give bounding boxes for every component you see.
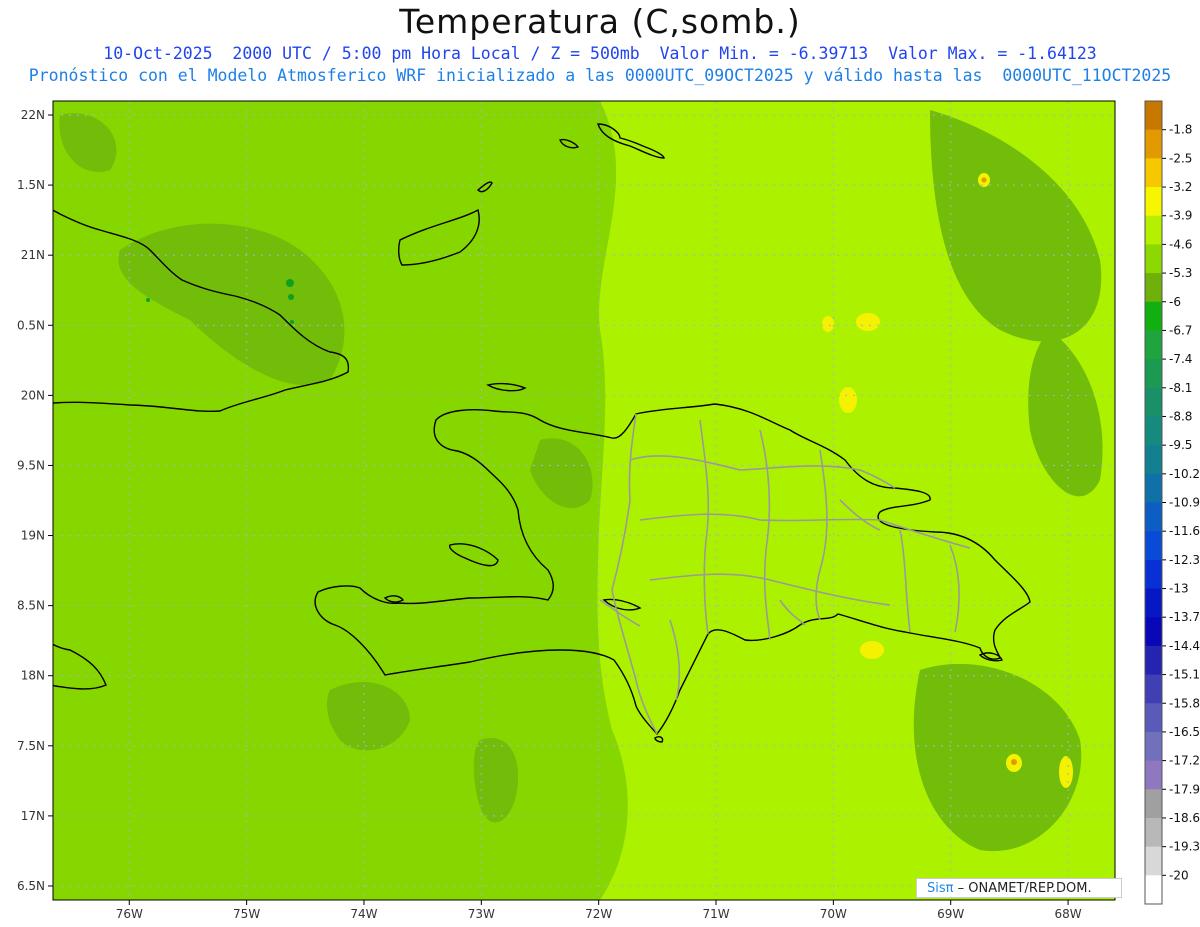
colorbar-swatch-1: [1145, 129, 1162, 159]
credit-text: – ONAMET/REP.DOM.: [953, 881, 1092, 896]
x-tick-label-2: 74W: [350, 907, 377, 921]
colorbar-label-8: -7.4: [1169, 352, 1192, 366]
colorbar-swatch-19: [1145, 645, 1162, 676]
y-tick-label-6: 19N: [21, 529, 45, 543]
y-tick-label-7: 8.5N: [17, 599, 45, 613]
warm-spot-3: [839, 387, 857, 413]
x-tick-label-0: 76W: [116, 907, 143, 921]
colorbar-swatch-26: [1145, 846, 1162, 876]
colorbar-swatch-23: [1145, 760, 1162, 790]
colorbar-label-19: -15.1: [1169, 668, 1200, 682]
colorbar-swatch-17: [1145, 588, 1162, 618]
colorbar: -1.8 -2.5 -3.2 -3.9 -4.6 -5.3 -6 -6.7 -7.4 -8.1 -8…: [1144, 100, 1200, 905]
colorbar-swatch-3: [1145, 187, 1162, 217]
map-plot: 22N 1.5N 21N 0.5N 20N 9.5N 19N 8.5N 18N 7.5N 17N 6.…: [17, 100, 1200, 921]
colorbar-label-16: -13: [1169, 582, 1189, 596]
colorbar-label-14: -11.6: [1169, 524, 1200, 538]
colorbar-label-9: -8.1: [1169, 381, 1192, 395]
colorbar-label-13: -10.9: [1169, 496, 1200, 510]
colorbar-label-21: -16.5: [1169, 725, 1200, 739]
colorbar-label-24: -18.6: [1169, 811, 1200, 825]
colorbar-label-2: -3.2: [1169, 180, 1192, 194]
warm-spot-1: [856, 313, 880, 331]
colorbar-swatch-20: [1145, 674, 1162, 704]
colorbar-swatch-0: [1145, 101, 1162, 131]
x-tick-label-4: 72W: [585, 907, 612, 921]
colorbar-label-3: -3.9: [1169, 209, 1192, 223]
colorbar-swatch-6: [1145, 273, 1162, 303]
colorbar-label-4: -4.6: [1169, 237, 1192, 251]
credit-brand: Sisπ: [927, 881, 954, 896]
colorbar-label-23: -17.9: [1169, 782, 1200, 796]
colorbar-swatch-18: [1145, 617, 1162, 647]
x-tick-label-5: 71W: [702, 907, 729, 921]
x-axis: 76W 75W 74W 73W 72W 71W 70W 69W 68W: [116, 900, 1082, 921]
colorbar-swatch-9: [1145, 359, 1162, 389]
colorbar-label-10: -8.8: [1169, 409, 1192, 423]
colorbar-swatch-13: [1145, 473, 1162, 503]
hot-spot-2: [981, 177, 987, 183]
warm-spot-2: [822, 316, 834, 332]
green-dot-1: [286, 279, 294, 287]
colorbar-label-20: -15.8: [1169, 696, 1200, 710]
chart-root: { "header": { "title": "Temperatura (C,s…: [0, 0, 1200, 927]
colorbar-swatch-4: [1145, 215, 1162, 245]
y-tick-label-3: 0.5N: [17, 318, 45, 332]
colorbar-swatch-21: [1145, 703, 1162, 733]
colorbar-swatch-14: [1145, 502, 1162, 532]
colorbar-swatch-11: [1145, 416, 1162, 446]
y-tick-label-8: 18N: [21, 669, 45, 683]
x-tick-label-8: 68W: [1054, 907, 1081, 921]
colorbar-swatch-8: [1145, 330, 1162, 360]
hot-spot-1: [1011, 759, 1017, 765]
colorbar-swatch-2: [1145, 158, 1162, 188]
credit-label: Sisπ – ONAMET/REP.DOM.: [916, 878, 1122, 898]
green-dot-3: [146, 298, 150, 302]
x-tick-label-7: 69W: [937, 907, 964, 921]
colorbar-label-25: -19.3: [1169, 840, 1200, 854]
colorbar-label-11: -9.5: [1169, 438, 1192, 452]
green-dot-4: [290, 320, 294, 324]
colorbar-label-7: -6.7: [1169, 323, 1192, 337]
x-tick-label-3: 73W: [468, 907, 495, 921]
colorbar-swatch-15: [1145, 531, 1162, 561]
colorbar-label-26: -20: [1169, 868, 1189, 882]
colorbar-label-12: -10.2: [1169, 467, 1200, 481]
y-tick-label-11: 6.5N: [17, 879, 45, 893]
colorbar-label-1: -2.5: [1169, 151, 1192, 165]
colorbar-swatch-22: [1145, 731, 1162, 762]
colorbar-label-15: -12.3: [1169, 553, 1200, 567]
warm-spot-5: [1059, 756, 1073, 788]
y-axis: 22N 1.5N 21N 0.5N 20N 9.5N 19N 8.5N 18N 7.5N 17N 6.…: [17, 108, 53, 893]
x-tick-label-6: 70W: [820, 907, 847, 921]
x-tick-label-1: 75W: [233, 907, 260, 921]
colorbar-swatch-7: [1145, 301, 1162, 331]
colorbar-swatch-5: [1145, 244, 1162, 274]
y-tick-label-5: 9.5N: [17, 458, 45, 472]
y-tick-label-4: 20N: [21, 388, 45, 402]
colorbar-label-18: -14.4: [1169, 639, 1200, 653]
colorbar-label-6: -6: [1169, 295, 1181, 309]
y-tick-label-2: 21N: [21, 248, 45, 262]
y-tick-label-10: 17N: [21, 809, 45, 823]
colorbar-swatch-25: [1145, 817, 1162, 848]
colorbar-label-5: -5.3: [1169, 266, 1192, 280]
green-dot-2: [288, 294, 294, 300]
colorbar-swatch-27: [1145, 875, 1162, 905]
y-tick-label-9: 7.5N: [17, 739, 45, 753]
y-tick-label-0: 22N: [21, 108, 45, 122]
colorbar-label-0: -1.8: [1169, 123, 1192, 137]
colorbar-swatch-10: [1145, 387, 1162, 417]
warm-spot-4: [860, 641, 884, 659]
colorbar-swatch-16: [1145, 559, 1162, 590]
colorbar-swatch-12: [1145, 445, 1162, 475]
colorbar-label-22: -17.2: [1169, 754, 1200, 768]
y-tick-label-1: 1.5N: [17, 178, 45, 192]
colorbar-swatch-24: [1145, 789, 1162, 819]
colorbar-label-17: -13.7: [1169, 610, 1200, 624]
